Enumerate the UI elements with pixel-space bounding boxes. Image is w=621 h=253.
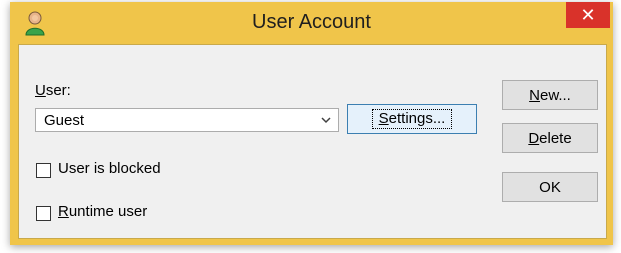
window-title: User Account xyxy=(252,11,371,33)
settings-button-label: Settings... xyxy=(371,109,453,129)
chevron-down-icon xyxy=(321,117,331,124)
delete-button-label: Delete xyxy=(528,129,572,147)
runtime-user-checkbox[interactable] xyxy=(36,206,51,221)
ok-button[interactable]: OK xyxy=(502,172,598,202)
title-bar[interactable]: User Account ✕ xyxy=(10,2,613,44)
user-account-dialog: User Account ✕ User: Guest Settings... U… xyxy=(10,2,613,245)
new-button[interactable]: New... xyxy=(502,80,598,110)
user-select-value: Guest xyxy=(44,112,85,129)
delete-button[interactable]: Delete xyxy=(502,123,598,153)
ok-button-label: OK xyxy=(539,178,561,196)
user-blocked-label: User is blocked xyxy=(58,160,161,177)
user-select[interactable]: Guest xyxy=(35,108,339,132)
close-button[interactable]: ✕ xyxy=(566,2,610,28)
close-icon: ✕ xyxy=(580,4,596,25)
user-blocked-checkbox[interactable] xyxy=(36,163,51,178)
dialog-client-area: User: Guest Settings... User is blocked … xyxy=(18,44,607,239)
new-button-label: New... xyxy=(529,86,571,104)
user-label: User: xyxy=(35,82,71,99)
runtime-user-label: Runtime user xyxy=(58,203,148,220)
settings-button[interactable]: Settings... xyxy=(347,104,477,134)
